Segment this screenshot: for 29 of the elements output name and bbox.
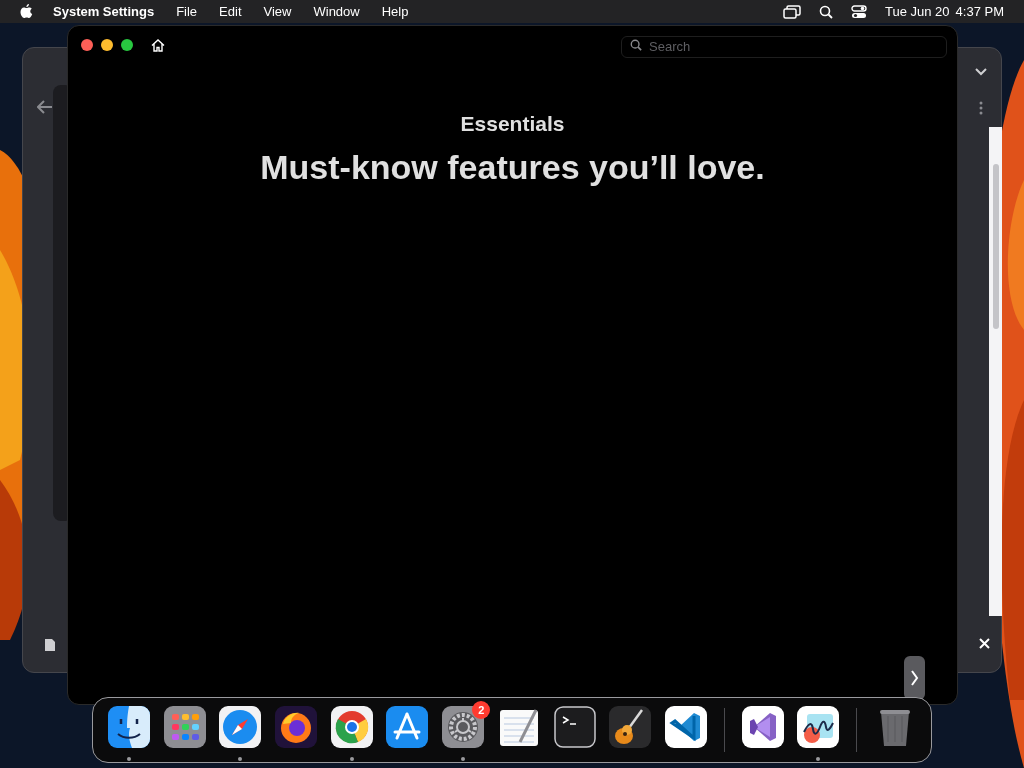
section-title: Essentials [460,111,565,137]
menu-item[interactable]: Help [381,1,409,22]
menu-item[interactable]: Window [313,1,360,22]
scrollbar-thumb[interactable] [993,164,999,329]
app-menu[interactable]: System Settings [53,1,155,22]
close-icon[interactable] [979,638,990,649]
more-icon[interactable] [979,101,983,115]
menu-item[interactable]: View [263,1,292,22]
close-button[interactable] [81,39,93,51]
search-icon [630,39,642,51]
apple-icon[interactable] [20,4,33,19]
search-field[interactable]: Search [621,35,947,58]
control-center-icon[interactable] [851,4,867,19]
menu-item[interactable]: Edit [219,1,242,22]
zoom-button[interactable] [121,39,133,51]
next-button[interactable] [904,656,925,700]
back-arrow-icon[interactable] [37,100,53,114]
headline: Must-know features you’ll love. [260,146,765,188]
screen-mirroring-icon[interactable] [783,4,801,19]
notification-badge: 2 [472,701,491,719]
minimize-button[interactable] [101,39,113,51]
menu-item[interactable]: File [176,1,198,22]
chevron-right-icon [910,669,919,687]
menu-bar-date[interactable]: Tue Jun 20 [885,1,950,22]
chevron-down-icon[interactable] [975,68,987,76]
menu-bar-time[interactable]: 4:37 PM [955,1,1004,22]
search-icon[interactable] [819,4,833,19]
home-icon[interactable] [151,38,165,52]
document-icon[interactable] [44,638,56,652]
